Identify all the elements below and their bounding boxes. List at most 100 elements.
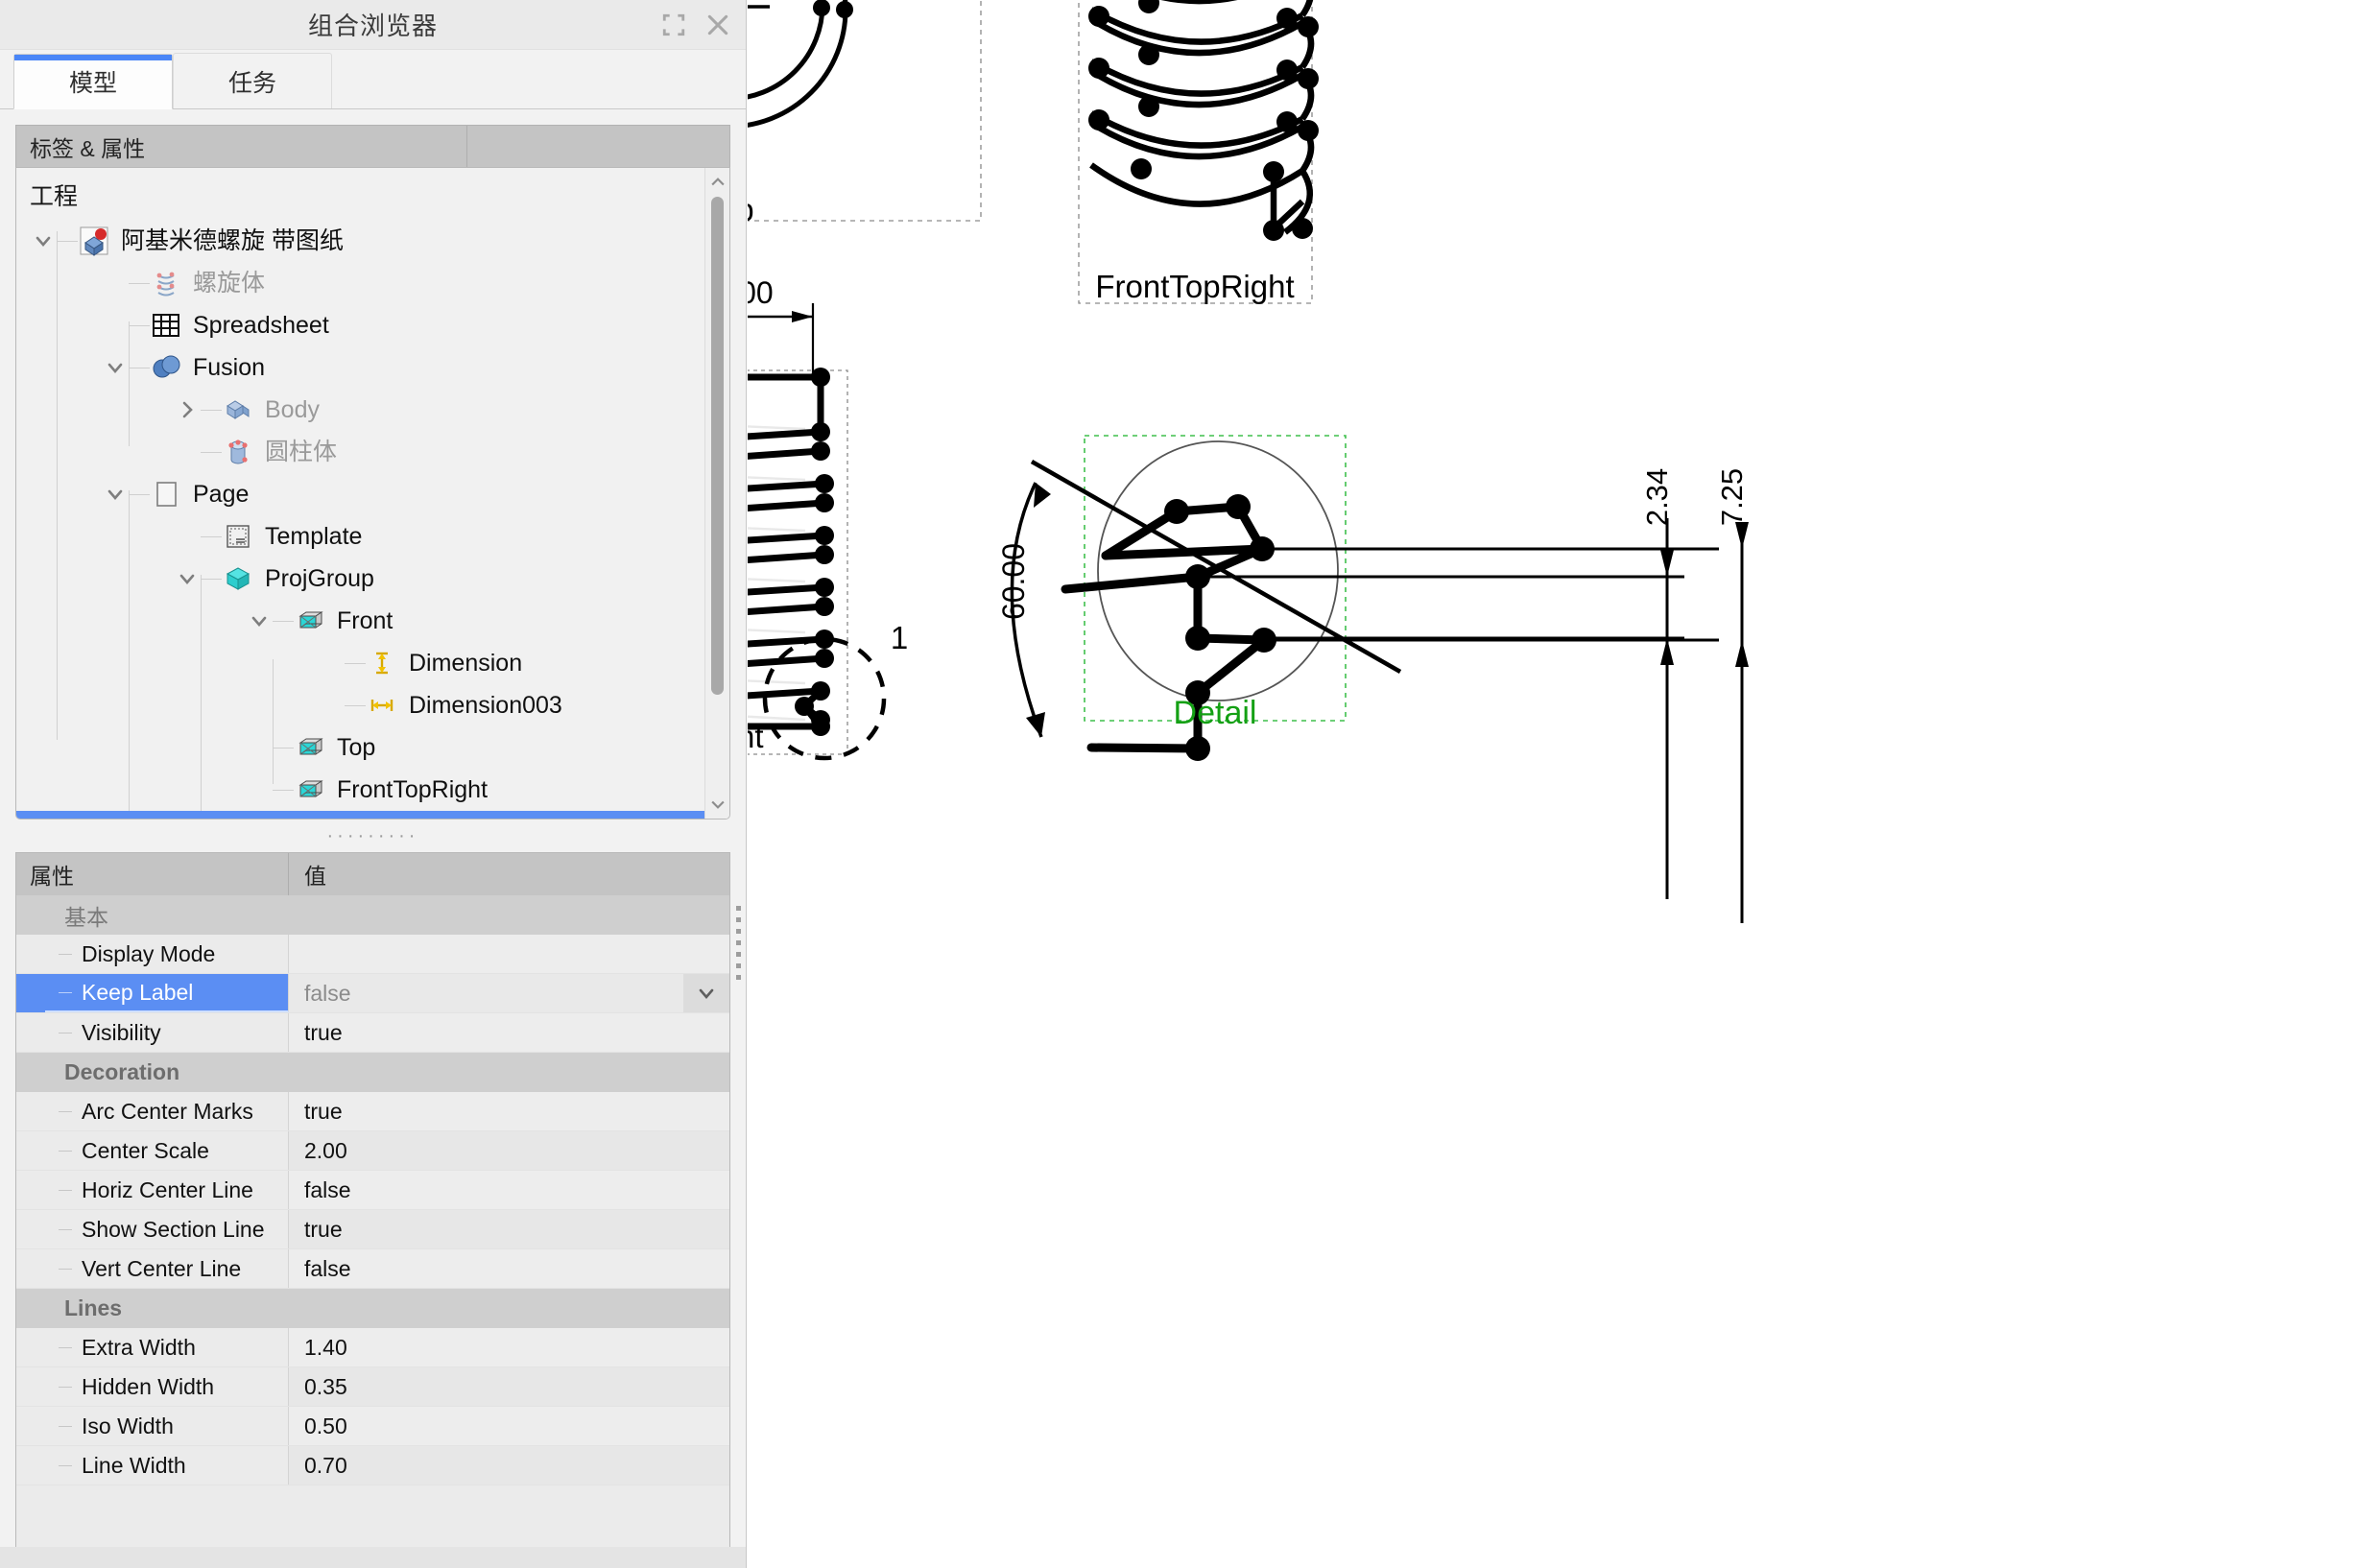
property-value-text: false — [304, 981, 351, 1007]
property-value[interactable]: false — [289, 1249, 729, 1288]
tree-item-front[interactable]: Front — [16, 600, 704, 642]
tree-connector — [129, 325, 150, 326]
dimension-detail-large[interactable]: 7.25 — [1715, 468, 1749, 923]
property-row-gutter — [16, 1249, 45, 1288]
tree-item-label: Spreadsheet — [193, 314, 329, 338]
property-value[interactable]: 1.40 — [289, 1328, 729, 1366]
chevron-down-icon[interactable] — [246, 607, 273, 634]
panel-bottom-strip — [0, 1547, 746, 1568]
tree-item-top[interactable]: Top — [16, 726, 704, 769]
property-row[interactable]: Keep Labelfalse — [16, 974, 729, 1013]
property-row[interactable]: Iso Width0.50 — [16, 1407, 729, 1446]
property-row[interactable]: Hidden Width0.35 — [16, 1367, 729, 1407]
tree-connector — [201, 579, 222, 580]
tree-item-template[interactable]: Template — [16, 515, 704, 558]
splitter-dot — [736, 940, 741, 945]
property-row[interactable]: Line Width0.70 — [16, 1446, 729, 1485]
chevron-right-icon[interactable] — [174, 396, 201, 423]
splitter-dot — [736, 929, 741, 934]
property-value[interactable]: true — [289, 1013, 729, 1052]
tree-connector — [201, 452, 222, 453]
dimension-detail-small[interactable]: 2.34 — [1640, 468, 1674, 899]
cylinder-icon — [222, 436, 254, 468]
property-value[interactable]: 0.50 — [289, 1407, 729, 1445]
tree-item-fronttopright[interactable]: FrontTopRight — [16, 769, 704, 811]
tree-item-[interactable]: 圆柱体 — [16, 431, 704, 473]
tree-connector — [201, 410, 222, 411]
property-value[interactable]: true — [289, 1092, 729, 1130]
tree-item-page[interactable]: Page — [16, 473, 704, 515]
expand-icon[interactable] — [661, 12, 686, 37]
property-value-text: 2.00 — [304, 1138, 347, 1164]
property-row[interactable]: Display Mode — [16, 935, 729, 974]
view-detail[interactable]: 60.00 2.34 7.25 Detail — [996, 436, 1749, 923]
tree-item-dimension003[interactable]: Dimension003 — [16, 684, 704, 726]
property-value[interactable]: 0.35 — [289, 1367, 729, 1406]
property-row[interactable]: Extra Width1.40 — [16, 1328, 729, 1367]
property-row[interactable]: Vert Center Line false — [16, 1249, 729, 1289]
property-value[interactable]: 2.00 — [289, 1131, 729, 1170]
property-name: Center Scale — [45, 1131, 289, 1170]
scroll-up-icon[interactable] — [708, 172, 727, 193]
property-header-value: 值 — [289, 853, 729, 895]
panel-horizontal-splitter[interactable]: ········· — [0, 820, 746, 852]
chevron-down-icon[interactable] — [30, 227, 57, 254]
splitter-grip: ········· — [327, 826, 419, 845]
chevron-down-icon[interactable] — [174, 565, 201, 592]
tab-model-label: 模型 — [69, 64, 117, 99]
solid-icon — [222, 393, 254, 426]
property-value-text: 0.35 — [304, 1374, 347, 1400]
property-value[interactable]: 0.70 — [289, 1446, 729, 1485]
close-icon[interactable] — [705, 12, 730, 37]
view-front-label: Front — [748, 719, 764, 754]
property-group-header: Lines — [16, 1289, 729, 1328]
property-row-gutter — [16, 1367, 45, 1406]
tab-tasks[interactable]: 任务 — [173, 53, 332, 108]
property-row[interactable]: Visibilitytrue — [16, 1013, 729, 1053]
property-row[interactable]: Show Section Linetrue — [16, 1210, 729, 1249]
property-row[interactable]: Horiz Center Linefalse — [16, 1171, 729, 1210]
vertical-splitter-handle[interactable] — [729, 875, 747, 1010]
tree-item-[interactable]: 阿基米德螺旋 带图纸 — [16, 220, 704, 262]
view-front[interactable]: ⌀30.00 60.00 — [748, 275, 908, 758]
tree-item-detail[interactable]: Detail — [16, 811, 704, 820]
tree-scroll-track[interactable] — [705, 193, 729, 794]
techdraw-page[interactable]: Top — [748, 0, 2361, 1568]
tree-scroll-thumb[interactable] — [711, 197, 724, 695]
dimension-diameter-text: ⌀30.00 — [748, 275, 774, 310]
view-top[interactable]: Top — [748, 0, 981, 227]
property-row[interactable]: Arc Center Markstrue — [16, 1092, 729, 1131]
tree-item-spreadsheet[interactable]: Spreadsheet — [16, 304, 704, 346]
tree-item-projgroup[interactable]: ProjGroup — [16, 558, 704, 600]
property-group-label: Decoration — [64, 1059, 179, 1085]
tree-item-label: 螺旋体 — [193, 272, 265, 296]
property-value[interactable]: false — [289, 1171, 729, 1209]
property-name: Visibility — [45, 1013, 289, 1052]
property-row[interactable]: Center Scale 2.00 — [16, 1131, 729, 1171]
chevron-down-icon[interactable] — [174, 819, 201, 820]
tree-item-[interactable]: 螺旋体 — [16, 262, 704, 304]
property-value[interactable]: false — [289, 974, 729, 1012]
tab-model[interactable]: 模型 — [13, 54, 173, 109]
property-name: Vert Center Line — [45, 1249, 289, 1288]
dimension-detail-small-text: 2.34 — [1640, 468, 1674, 526]
tree-item-label: Front — [337, 609, 393, 633]
dimension-diameter[interactable]: ⌀30.00 — [748, 275, 813, 376]
property-value-text: false — [304, 1256, 351, 1282]
tree-connector — [129, 494, 150, 495]
scroll-down-icon[interactable] — [708, 794, 727, 815]
tree-item-dimension[interactable]: Dimension — [16, 642, 704, 684]
property-group-header: Decoration — [16, 1053, 729, 1092]
dimension-detail-angle-text: 60.00 — [996, 543, 1031, 620]
chevron-down-icon[interactable] — [102, 354, 129, 381]
property-value[interactable] — [289, 935, 729, 973]
panel-tabstrip: 模型 任务 — [0, 50, 746, 109]
tree-vertical-scrollbar[interactable] — [704, 168, 729, 819]
chevron-down-icon[interactable] — [102, 481, 129, 508]
tree-item-body[interactable]: Body — [16, 389, 704, 431]
tree-item-fusion[interactable]: Fusion — [16, 346, 704, 389]
chevron-down-icon[interactable] — [683, 974, 729, 1012]
property-value[interactable]: true — [289, 1210, 729, 1248]
page-icon — [150, 478, 182, 511]
view-fronttopright[interactable]: FrontTopRight — [1079, 0, 1319, 304]
